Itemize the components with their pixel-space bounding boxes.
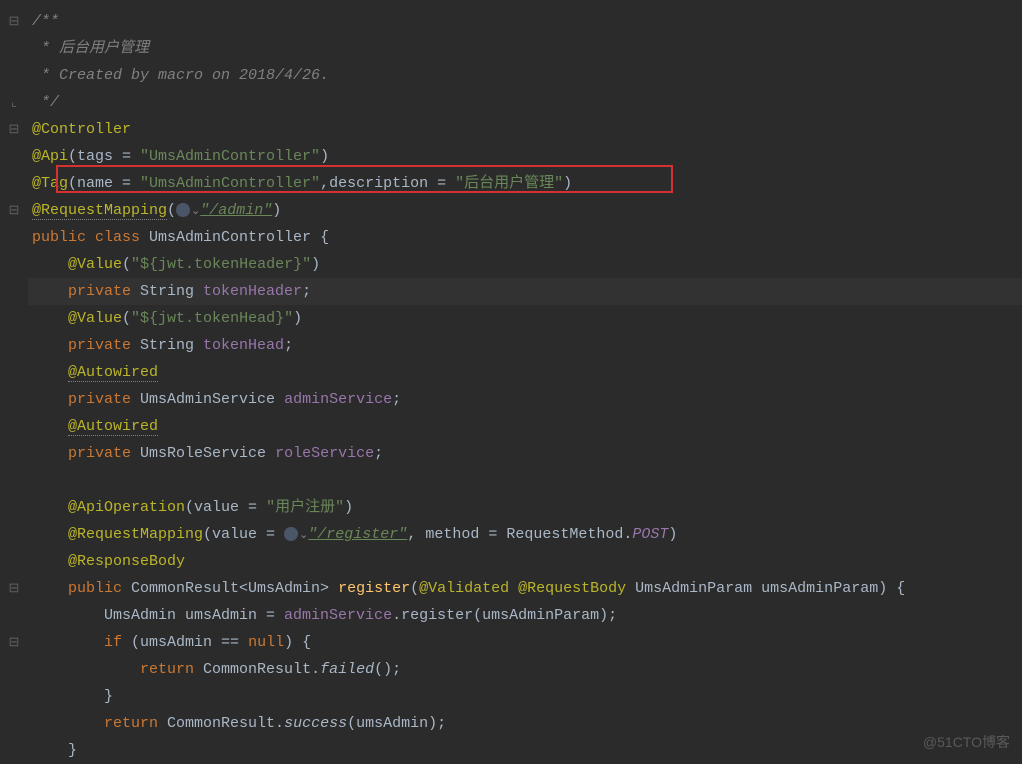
- code-line[interactable]: private String tokenHead;: [28, 332, 1022, 359]
- code-area[interactable]: /** * 后台用户管理 * Created by macro on 2018/…: [28, 0, 1022, 762]
- code-line[interactable]: @Controller: [28, 116, 1022, 143]
- code-line[interactable]: @ApiOperation(value = "用户注册"): [28, 494, 1022, 521]
- code-line[interactable]: UmsAdmin umsAdmin = adminService.registe…: [28, 602, 1022, 629]
- code-line[interactable]: private UmsRoleService roleService;: [28, 440, 1022, 467]
- code-line[interactable]: }: [28, 683, 1022, 710]
- globe-icon: [176, 203, 190, 217]
- gutter: ⊟ ⌞ ⊟ ⊟ ⊟ ⊟: [0, 0, 28, 762]
- fold-icon[interactable]: ⊟: [9, 14, 20, 29]
- code-editor[interactable]: ⊟ ⌞ ⊟ ⊟ ⊟ ⊟ /** * 后台用户管理 * Created by ma…: [0, 0, 1022, 762]
- code-line[interactable]: @Autowired: [28, 359, 1022, 386]
- code-line[interactable]: return CommonResult.success(umsAdmin);: [28, 710, 1022, 737]
- fold-icon[interactable]: ⊟: [9, 635, 20, 650]
- code-line[interactable]: public CommonResult<UmsAdmin> register(@…: [28, 575, 1022, 602]
- code-line[interactable]: @Value("${jwt.tokenHeader}"): [28, 251, 1022, 278]
- code-line[interactable]: @Api(tags = "UmsAdminController"): [28, 143, 1022, 170]
- fold-icon[interactable]: ⊟: [9, 203, 20, 218]
- code-line[interactable]: * Created by macro on 2018/4/26.: [28, 62, 1022, 89]
- dropdown-icon[interactable]: ⌄: [191, 206, 200, 218]
- code-line[interactable]: [28, 467, 1022, 494]
- code-line[interactable]: @ResponseBody: [28, 548, 1022, 575]
- code-line[interactable]: if (umsAdmin == null) {: [28, 629, 1022, 656]
- code-line[interactable]: return CommonResult.failed();: [28, 656, 1022, 683]
- code-line[interactable]: private UmsAdminService adminService;: [28, 386, 1022, 413]
- code-line-current[interactable]: private String tokenHeader;: [28, 278, 1022, 305]
- fold-icon[interactable]: ⊟: [9, 581, 20, 596]
- watermark: @51CTO博客: [923, 732, 1010, 752]
- fold-icon[interactable]: ⊟: [9, 122, 20, 137]
- code-line[interactable]: }: [28, 737, 1022, 764]
- code-line[interactable]: @Autowired: [28, 413, 1022, 440]
- fold-icon[interactable]: ⌞: [11, 95, 17, 110]
- code-line[interactable]: @RequestMapping(⌄"/admin"): [28, 197, 1022, 224]
- code-line[interactable]: */: [28, 89, 1022, 116]
- globe-icon: [284, 527, 298, 541]
- code-line[interactable]: @Tag(name = "UmsAdminController",descrip…: [28, 170, 1022, 197]
- code-line[interactable]: public class UmsAdminController {: [28, 224, 1022, 251]
- code-line[interactable]: * 后台用户管理: [28, 35, 1022, 62]
- code-line[interactable]: /**: [28, 8, 1022, 35]
- code-line[interactable]: @RequestMapping(value = ⌄"/register", me…: [28, 521, 1022, 548]
- code-line[interactable]: @Value("${jwt.tokenHead}"): [28, 305, 1022, 332]
- dropdown-icon[interactable]: ⌄: [299, 530, 308, 542]
